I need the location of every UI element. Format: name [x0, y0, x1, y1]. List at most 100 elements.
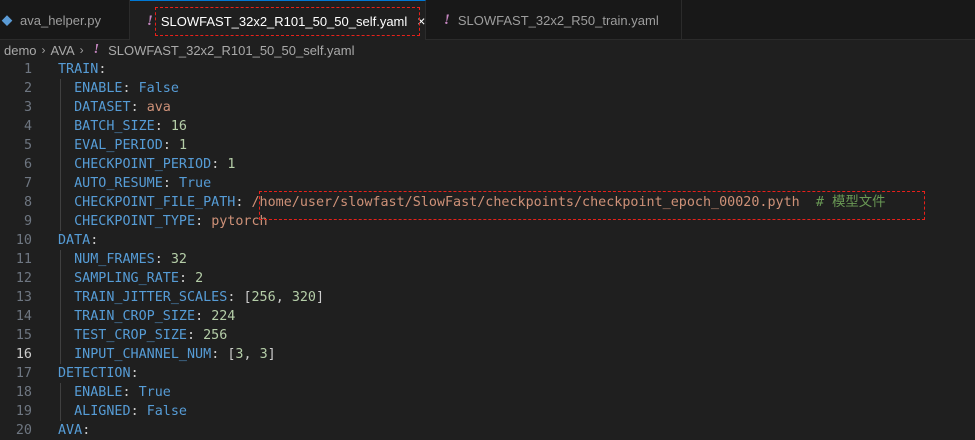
yaml-comment: # 模型文件: [815, 195, 886, 210]
code-line[interactable]: 14 TRAIN_CROP_SIZE: 224: [0, 307, 975, 326]
code-line[interactable]: 9 CHECKPOINT_TYPE: pytorch: [0, 212, 975, 231]
code-line[interactable]: 17 DETECTION:: [0, 364, 975, 383]
code-line[interactable]: 12 SAMPLING_RATE: 2: [0, 269, 975, 288]
tab-slowfast-r101-self[interactable]: ! SLOWFAST_32x2_R101_50_50_self.yaml ×: [130, 0, 426, 41]
yaml-value: /home/user/slowfast/SlowFast/checkpoints…: [251, 195, 800, 210]
yaml-key: TRAIN_CROP_SIZE: [74, 309, 196, 324]
comma: ,: [243, 347, 260, 362]
line-number: 14: [15, 309, 32, 324]
code-line[interactable]: 3 DATASET: ava: [0, 98, 975, 117]
yaml-value: pytorch: [211, 214, 268, 229]
yaml-key: ENABLE: [74, 385, 123, 400]
colon: :: [187, 328, 204, 343]
code-text: EVAL_PERIOD: 1: [58, 136, 187, 155]
close-icon[interactable]: ×: [417, 13, 425, 29]
yaml-value: 256: [203, 328, 228, 343]
bracket: [: [243, 290, 252, 305]
yaml-list-value: 3: [259, 347, 268, 362]
code-editor[interactable]: 1 TRAIN: 2 ENABLE: False 3 DATASET: ava 4 BA…: [0, 60, 975, 440]
yaml-key: EVAL_PERIOD: [74, 138, 163, 153]
code-text: NUM_FRAMES: 32: [58, 250, 187, 269]
yaml-file-icon: !: [147, 12, 153, 29]
bracket: ]: [316, 290, 325, 305]
breadcrumb-item-file[interactable]: SLOWFAST_32x2_R101_50_50_self.yaml: [108, 43, 354, 58]
line-number: 8: [23, 195, 32, 210]
code-text: CHECKPOINT_TYPE: pytorch: [58, 212, 268, 231]
yaml-value: 16: [170, 119, 187, 134]
colon: :: [162, 176, 179, 191]
line-number: 4: [23, 119, 32, 134]
colon: :: [82, 423, 91, 438]
colon: :: [154, 252, 171, 267]
code-line[interactable]: 6 CHECKPOINT_PERIOD: 1: [0, 155, 975, 174]
breadcrumb-item-ava[interactable]: AVA: [51, 43, 75, 58]
colon: :: [130, 404, 147, 419]
code-line[interactable]: 15 TEST_CROP_SIZE: 256: [0, 326, 975, 345]
line-number: 3: [23, 100, 32, 115]
code-line[interactable]: 13 TRAIN_JITTER_SCALES: [256, 320]: [0, 288, 975, 307]
yaml-key: AVA: [58, 423, 83, 438]
code-line[interactable]: 7 AUTO_RESUME: True: [0, 174, 975, 193]
code-text: AVA:: [58, 421, 90, 440]
line-number: 10: [15, 233, 32, 248]
yaml-file-icon: !: [444, 11, 450, 28]
colon: :: [130, 100, 147, 115]
yaml-key: ENABLE: [74, 81, 123, 96]
yaml-key: BATCH_SIZE: [74, 119, 155, 134]
code-line[interactable]: 11 NUM_FRAMES: 32: [0, 250, 975, 269]
tab-ava-helper[interactable]: ◆ ava_helper.py: [0, 0, 130, 40]
code-line[interactable]: 2 ENABLE: False: [0, 79, 975, 98]
yaml-value: True: [138, 385, 171, 400]
yaml-key: SAMPLING_RATE: [74, 271, 179, 286]
yaml-list-value: 256: [251, 290, 276, 305]
python-file-icon: ◆: [2, 12, 12, 27]
colon: :: [162, 138, 179, 153]
yaml-key: ALIGNED: [74, 404, 131, 419]
yaml-key: DATA: [58, 233, 91, 248]
line-number: 13: [15, 290, 32, 305]
chevron-right-icon: ›: [41, 43, 46, 57]
code-line[interactable]: 10 DATA:: [0, 231, 975, 250]
yaml-key: CHECKPOINT_PERIOD: [74, 157, 212, 172]
yaml-key: CHECKPOINT_FILE_PATH: [74, 195, 236, 210]
yaml-value: 224: [211, 309, 236, 324]
code-line[interactable]: 1 TRAIN:: [0, 60, 975, 79]
breadcrumb-item-demo[interactable]: demo: [4, 43, 37, 58]
colon: :: [211, 347, 228, 362]
code-line[interactable]: 8 CHECKPOINT_FILE_PATH: /home/user/slowf…: [0, 193, 975, 212]
line-number: 9: [23, 214, 32, 229]
code-line[interactable]: 16 INPUT_CHANNEL_NUM: [3, 3]: [0, 345, 975, 364]
colon: :: [154, 119, 171, 134]
yaml-file-icon: !: [93, 42, 100, 57]
code-text: TRAIN_CROP_SIZE: 224: [58, 307, 235, 326]
yaml-key: NUM_FRAMES: [74, 252, 155, 267]
code-text: DATA:: [58, 231, 98, 250]
line-number: 5: [23, 138, 32, 153]
colon: :: [178, 271, 196, 286]
code-line[interactable]: 19 ALIGNED: False: [0, 402, 975, 421]
yaml-key: AUTO_RESUME: [74, 176, 163, 191]
yaml-list-value: 320: [291, 290, 316, 305]
yaml-key: TEST_CROP_SIZE: [74, 328, 187, 343]
code-line[interactable]: 4 BATCH_SIZE: 16: [0, 117, 975, 136]
colon: :: [98, 62, 107, 77]
code-line[interactable]: 20 AVA:: [0, 421, 975, 440]
line-number: 2: [23, 81, 32, 96]
tab-bar: ◆ ava_helper.py ! SLOWFAST_32x2_R101_50_…: [0, 0, 975, 41]
line-number: 12: [15, 271, 32, 286]
code-line[interactable]: 18 ENABLE: True: [0, 383, 975, 402]
line-number: 20: [15, 423, 32, 438]
code-line[interactable]: 5 EVAL_PERIOD: 1: [0, 136, 975, 155]
line-number: 17: [15, 366, 32, 381]
tab-slowfast-r50-train[interactable]: ! SLOWFAST_32x2_R50_train.yaml: [426, 0, 682, 40]
